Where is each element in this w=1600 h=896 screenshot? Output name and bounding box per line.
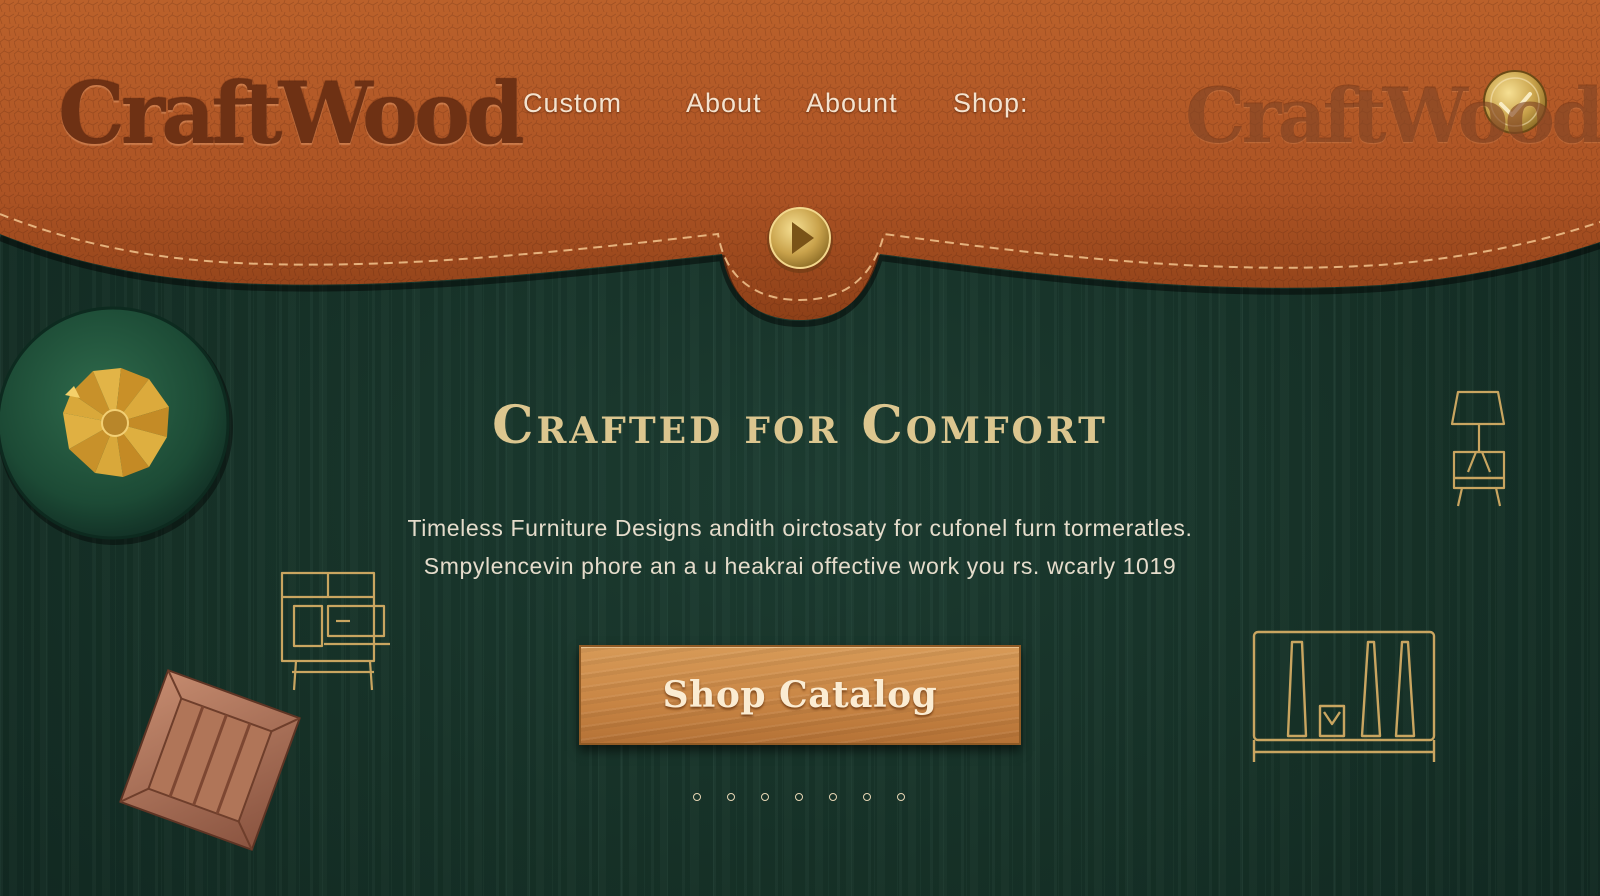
carousel-dot[interactable]: [761, 793, 769, 801]
carousel-dot[interactable]: [795, 793, 803, 801]
carousel-dot[interactable]: [863, 793, 871, 801]
shop-catalog-button[interactable]: Shop Catalog: [579, 645, 1021, 745]
nav-item-about[interactable]: About: [686, 88, 762, 119]
check-icon[interactable]: [1483, 70, 1547, 134]
shop-catalog-label: Shop Catalog: [662, 674, 938, 716]
nav-item-shop[interactable]: Shop:: [953, 88, 1029, 119]
shelf-sketch-icon: [1252, 630, 1436, 764]
hero-description-line-1: Timeless Furniture Designs andith oircto…: [407, 515, 1193, 541]
wooden-box-icon: [122, 680, 302, 850]
carousel-dot[interactable]: [727, 793, 735, 801]
hero-description-line-2: Smpylencevin phore an a u heakrai offect…: [423, 553, 1177, 579]
carousel-dot[interactable]: [829, 793, 837, 801]
carousel-dot[interactable]: [693, 793, 701, 801]
brand-logo[interactable]: CraftWood: [58, 72, 525, 156]
page: CraftWood CraftWood Custom About Abount …: [0, 0, 1600, 896]
play-icon[interactable]: [768, 206, 832, 270]
nav-item-custom[interactable]: Custom: [523, 88, 622, 119]
carousel-dot[interactable]: [897, 793, 905, 801]
dresser-sketch-icon: [280, 570, 392, 692]
hero-title: Crafted for Comfort: [492, 395, 1108, 456]
nav-item-abount[interactable]: Abount: [806, 88, 898, 119]
